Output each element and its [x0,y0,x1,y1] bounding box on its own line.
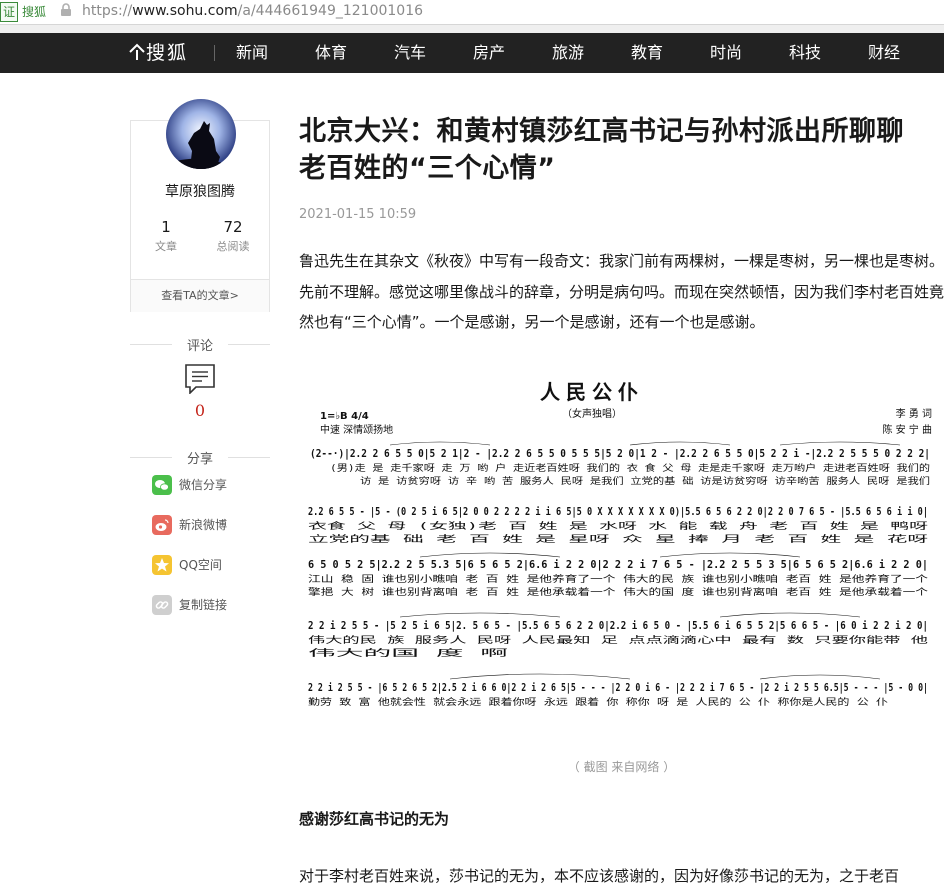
svg-text:伟大的民 族 服务人 民呀: 伟大的民 族 服务人 民呀 人民最知 足 点点滴滴心中 最有 数 只要你能带 他 [308,634,928,646]
svg-text:勤劳 致 富 他就会性 就会永远 跟着你呀 永远: 勤劳 致 富 他就会性 就会永远 跟着你呀 永远 跟着 你 称你 呀 是 人民的… [308,696,888,708]
lock-icon [61,3,71,16]
score-key: 1=♭B 4/4 [320,411,369,422]
svg-text:衣食 父 母: 衣食 父 母 (女独)老 百 姓 是 水呀 水 能 载 舟 老 百 姓 是 鸭呀 [308,520,928,532]
articles-label: 文章 [155,240,177,253]
home-icon [129,43,145,60]
comment-count[interactable]: 0 [130,401,270,420]
score-title: 人民公仆 [540,380,644,404]
comment-icon[interactable] [185,364,215,394]
svg-text:访 是 访贫穷呀 访 辛 哟 苦 服务人 民呀 是我们: 访 是 访贫穷呀 访 辛 哟 苦 服务人 民呀 是我们 立党的基 础 访是访贫穷… [360,475,930,487]
author-name[interactable]: 草原狼图腾 [131,181,269,201]
link-icon [152,595,172,615]
nav-item-sports[interactable]: 体育 [315,33,347,73]
section-heading: 感谢莎红高书记的无为 [299,810,450,828]
qzone-star-icon [152,555,172,575]
svg-text:(男)走 是 走千家呀 走 万 哟 户 走近老百姓呀 我: (男)走 是 走千家呀 走 万 哟 户 走近老百姓呀 我们的 衣 食 父 母 走… [330,462,930,474]
nav-item-realestate[interactable]: 房产 [473,33,505,73]
svg-text:2 2 i 2 5 5 - |5 2 5 i 6 5|2.: 2 2 i 2 5 5 - |5 2 5 i 6 5|2. 5 6 5 - |5… [308,619,928,632]
share-qzone-label: QQ空间 [179,558,222,572]
score-composer: 陈 安 宁 曲 [882,423,932,436]
publish-date: 2021-01-15 10:59 [299,207,417,222]
nav-item-finance[interactable]: 财经 [868,33,900,73]
svg-text:伟大的国 度 啊: 伟大的国 度 啊 [308,647,508,659]
sheet-music-image: 人民公仆 （女声独唱） 1=♭B 4/4 中速 深情颂扬地 李 勇 词 陈 安 … [308,380,932,708]
svg-text:擎挹 大 树 谁也别背离咱 老 百 姓 是他承载着: 擎挹 大 树 谁也别背离咱 老 百 姓 是他承载着一个 伟大的国 度 谁也别背离… [308,586,928,598]
articles-count: 1 [161,218,171,236]
comment-section-title: 评论 [130,335,270,354]
wechat-icon [152,475,172,495]
site-identity[interactable]: 搜狐 [22,3,46,20]
toolbar-gap [0,25,944,33]
url-text[interactable]: https://www.sohu.com/a/444661949_1210010… [82,2,423,20]
score-lyricist: 李 勇 词 [896,407,932,420]
nav-item-travel[interactable]: 旅游 [552,33,584,73]
sohu-logo[interactable]: 搜狐 [128,41,188,65]
share-section-title: 分享 [130,448,270,467]
weibo-icon [152,515,172,535]
top-nav: 搜狐 新闻 体育 汽车 房产 旅游 教育 时尚 科技 财经 [0,33,944,73]
author-card: 草原狼图腾 1 文章 72 总阅读 查看TA的文章> [130,99,270,312]
address-bar[interactable]: 证 搜狐 https://www.sohu.com/a/444661949_12… [0,0,944,25]
nav-item-education[interactable]: 教育 [631,33,663,73]
svg-text:2.2 6 5 5 - |5 - (0 2 5 i 6 5|: 2.2 6 5 5 - |5 - (0 2 5 i 6 5|2 0 0 2 2 … [308,505,928,518]
notation-lines: (2‑‑·)|2.2 2 6 5 5 0|5 2 1|2 - |2.2 2 6 … [308,447,930,708]
nav-item-fashion[interactable]: 时尚 [710,33,742,73]
nav-divider [214,45,215,61]
share-copy-link-label: 复制链接 [179,598,228,612]
share-wechat-label: 微信分享 [179,478,228,492]
wolf-avatar-image [166,99,236,169]
score-tempo: 中速 深情颂扬地 [320,423,393,436]
avatar[interactable] [166,99,236,169]
view-author-articles-link[interactable]: 查看TA的文章> [131,279,269,312]
reads-count: 72 [223,218,243,236]
article-paragraph-cut: 对于李村老百姓来说，莎书记的无为，本不应该感谢的，因为好像莎书记的无为，之于老百 [299,867,900,885]
article-paragraph: 鲁迅先生在其杂文《秋夜》中写有一段奇文：我家门前有两棵树，一棵是枣树，另一棵也是… [299,252,944,331]
svg-text:2 2 i 2 5 5 - |6 5 2 6 5 2|2.5: 2 2 i 2 5 5 - |6 5 2 6 5 2|2.5 2 i 6 6 0… [308,681,928,694]
image-caption: （ 截图 来自网络 ） [567,760,676,774]
score-subtitle: （女声独唱） [562,407,622,420]
article-title: 北京大兴：和黄村镇莎红高书记与孙村派出所聊聊老百姓的“三个心情” [299,116,904,184]
reads-label: 总阅读 [216,240,250,253]
svg-text:(2‑‑·)|2.2 2 6 5 5 0|5 2 1|2 -: (2‑‑·)|2.2 2 6 5 5 0|5 2 1|2 - |2.2 2 6 … [310,447,930,460]
svg-text:江山 稳 固 谁也别小瞧咱 老 百 姓 是他养育了: 江山 稳 固 谁也别小瞧咱 老 百 姓 是他养育了一个 伟大的民 族 谁也别小瞧… [308,573,928,585]
svg-text:立党的基 础: 立党的基 础 老 百 姓 是 星呀 众 星 捧 月 老 百 姓 是 花呀 [308,533,928,545]
share-weibo-label: 新浪微博 [179,518,228,532]
certificate-badge[interactable]: 证 [0,2,19,22]
nav-item-auto[interactable]: 汽车 [394,33,426,73]
svg-text:6 5 0 5 2 5|2.2 2 5 5.3 5|6 5: 6 5 0 5 2 5|2.2 2 5 5.3 5|6 5 6 5 2|6.6 … [308,558,928,571]
nav-item-tech[interactable]: 科技 [789,33,821,73]
nav-item-news[interactable]: 新闻 [236,33,268,73]
